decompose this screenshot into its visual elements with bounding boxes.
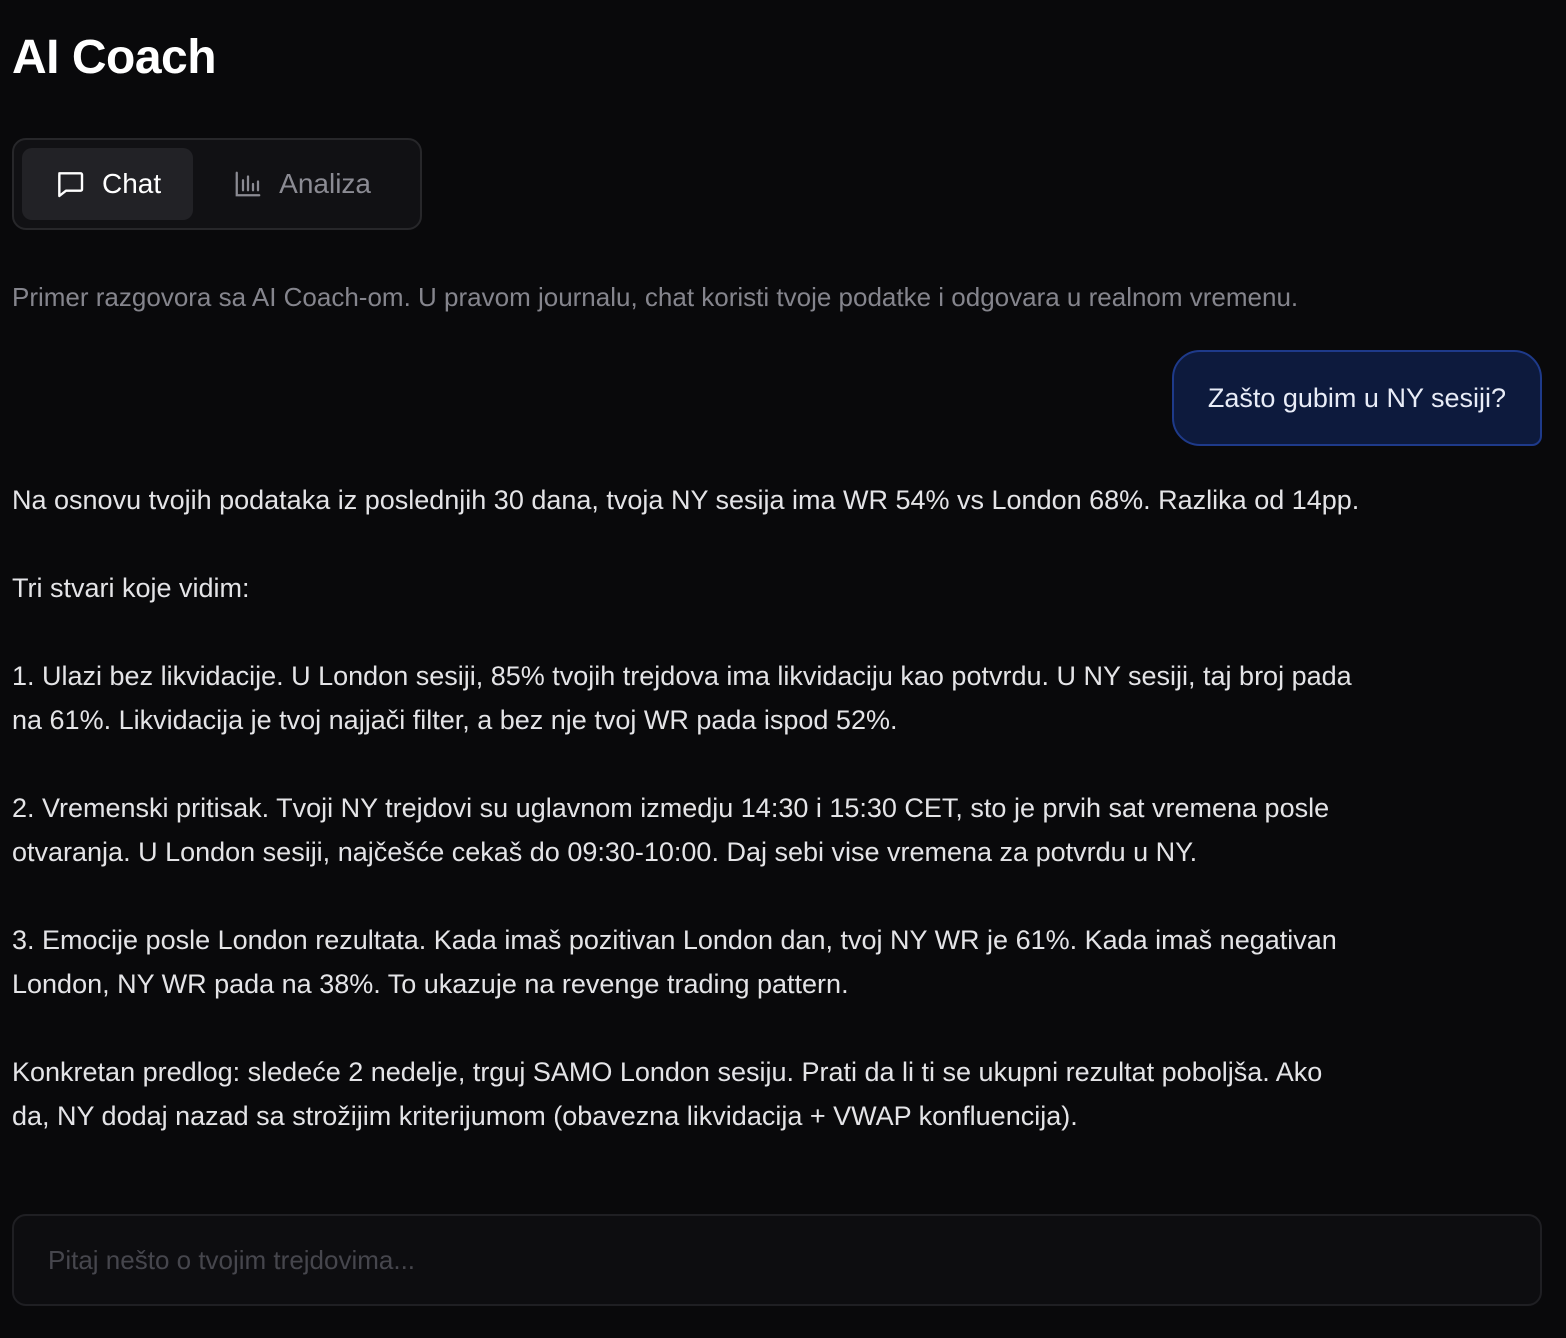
user-message-text: Zašto gubim u NY sesiji? [1207, 382, 1506, 413]
assistant-paragraph: Tri stvari koje vidim: [12, 573, 250, 603]
page-title: AI Coach [12, 31, 217, 84]
bar-chart-icon [233, 169, 263, 199]
tab-analiza-label: Analiza [279, 168, 371, 199]
assistant-paragraph: 3. Emocije posle London rezultata. Kada … [12, 925, 1337, 999]
tab-chat-label: Chat [102, 168, 162, 199]
chat-composer [12, 1214, 1542, 1306]
assistant-message: Na osnovu tvojih podataka iz poslednjih … [12, 478, 1362, 1138]
tab-analiza[interactable]: Analiza [201, 148, 403, 220]
chat-bubble-icon [54, 168, 86, 200]
tab-switcher: Chat Analiza [12, 138, 422, 230]
ai-coach-page: AI Coach Chat Analiza Primer razgovora s… [0, 0, 1566, 1338]
assistant-paragraph: Na osnovu tvojih podataka iz poslednjih … [12, 485, 1360, 515]
assistant-paragraph: 1. Ulazi bez likvidacije. U London sesij… [12, 661, 1352, 735]
assistant-paragraph: 2. Vremenski pritisak. Tvoji NY trejdovi… [12, 793, 1330, 867]
chat-input[interactable] [14, 1216, 1540, 1304]
intro-text: Primer razgovora sa AI Coach-om. U pravo… [12, 282, 1299, 312]
assistant-paragraph: Konkretan predlog: sledeće 2 nedelje, tr… [12, 1057, 1323, 1131]
tab-chat[interactable]: Chat [22, 148, 194, 220]
user-message: Zašto gubim u NY sesiji? [1171, 350, 1542, 446]
